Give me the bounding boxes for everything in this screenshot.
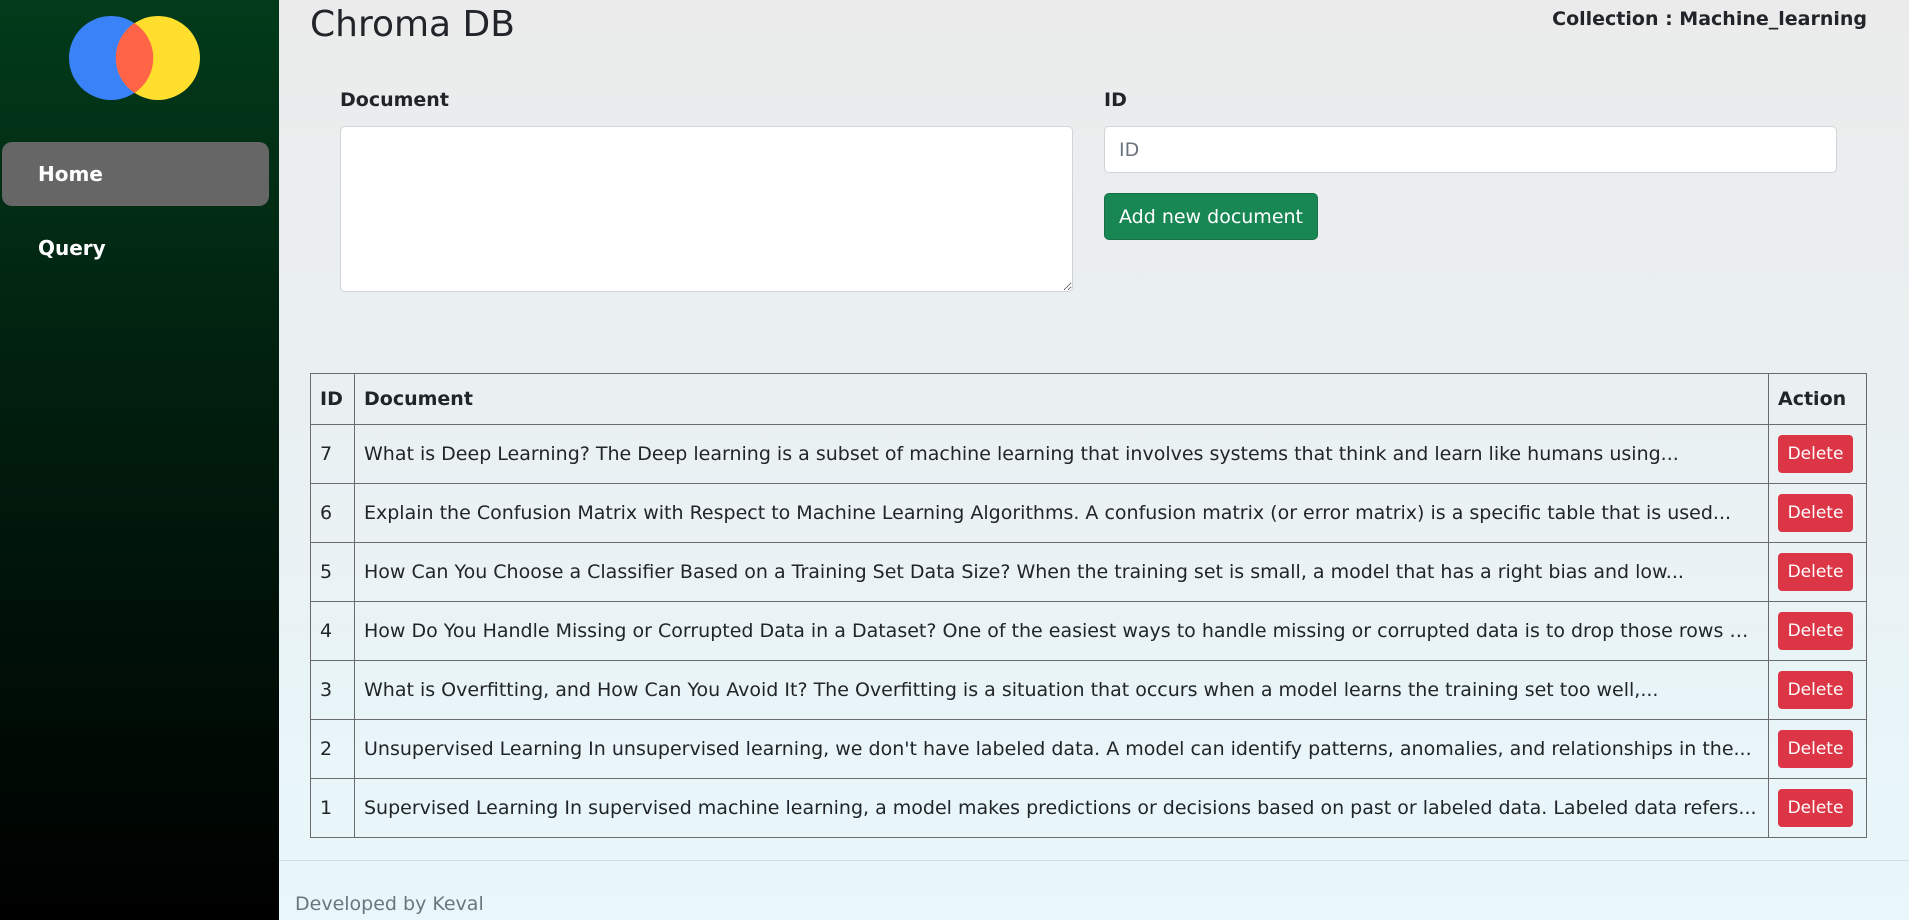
column-header-id: ID bbox=[310, 373, 355, 425]
row-id: 5 bbox=[310, 542, 355, 602]
row-action: Delete bbox=[1768, 778, 1867, 838]
row-action: Delete bbox=[1768, 424, 1867, 484]
delete-button[interactable]: Delete bbox=[1778, 789, 1853, 827]
row-id: 2 bbox=[310, 719, 355, 779]
delete-button[interactable]: Delete bbox=[1778, 671, 1853, 709]
add-new-document-button[interactable]: Add new document bbox=[1104, 193, 1318, 240]
page-title: Chroma DB bbox=[310, 4, 515, 45]
delete-button[interactable]: Delete bbox=[1778, 435, 1853, 473]
row-document: Explain the Confusion Matrix with Respec… bbox=[354, 483, 1769, 543]
table-row: 3 What is Overfitting, and How Can You A… bbox=[310, 660, 1867, 720]
id-input[interactable] bbox=[1104, 126, 1837, 173]
footer-divider bbox=[279, 860, 1909, 861]
column-header-action: Action bbox=[1768, 373, 1867, 425]
documents-table: ID Document Action 7 What is Deep Learni… bbox=[310, 373, 1867, 838]
main-content: Chroma DB Collection : Machine_learning … bbox=[279, 0, 1909, 920]
delete-button[interactable]: Delete bbox=[1778, 494, 1853, 532]
row-action: Delete bbox=[1768, 660, 1867, 720]
delete-button[interactable]: Delete bbox=[1778, 553, 1853, 591]
id-label: ID bbox=[1104, 89, 1127, 111]
footer-credit: Developed by Keval bbox=[295, 893, 484, 915]
sidebar-item-label: Query bbox=[38, 236, 106, 260]
table-header-row: ID Document Action bbox=[310, 373, 1867, 425]
delete-button[interactable]: Delete bbox=[1778, 730, 1853, 768]
row-id: 7 bbox=[310, 424, 355, 484]
delete-button[interactable]: Delete bbox=[1778, 612, 1853, 650]
table-row: 7 What is Deep Learning? The Deep learni… bbox=[310, 424, 1867, 484]
table-row: 6 Explain the Confusion Matrix with Resp… bbox=[310, 483, 1867, 543]
sidebar-item-label: Home bbox=[38, 162, 103, 186]
table-row: 2 Unsupervised Learning In unsupervised … bbox=[310, 719, 1867, 779]
row-document: Supervised Learning In supervised machin… bbox=[354, 778, 1769, 838]
row-document: How Do You Handle Missing or Corrupted D… bbox=[354, 601, 1769, 661]
row-action: Delete bbox=[1768, 542, 1867, 602]
row-document: What is Deep Learning? The Deep learning… bbox=[354, 424, 1769, 484]
document-label: Document bbox=[340, 89, 449, 111]
row-id: 4 bbox=[310, 601, 355, 661]
sidebar: Home Query bbox=[0, 0, 279, 920]
column-header-document: Document bbox=[354, 373, 1769, 425]
table-row: 1 Supervised Learning In supervised mach… bbox=[310, 778, 1867, 838]
chroma-logo bbox=[69, 16, 200, 100]
sidebar-item-query[interactable]: Query bbox=[2, 216, 269, 280]
table-row: 5 How Can You Choose a Classifier Based … bbox=[310, 542, 1867, 602]
row-id: 1 bbox=[310, 778, 355, 838]
row-document: Unsupervised Learning In unsupervised le… bbox=[354, 719, 1769, 779]
sidebar-item-home[interactable]: Home bbox=[2, 142, 269, 206]
row-action: Delete bbox=[1768, 601, 1867, 661]
row-document: How Can You Choose a Classifier Based on… bbox=[354, 542, 1769, 602]
document-textarea[interactable] bbox=[340, 126, 1073, 292]
table-row: 4 How Do You Handle Missing or Corrupted… bbox=[310, 601, 1867, 661]
row-document: What is Overfitting, and How Can You Avo… bbox=[354, 660, 1769, 720]
row-action: Delete bbox=[1768, 719, 1867, 779]
row-id: 6 bbox=[310, 483, 355, 543]
row-id: 3 bbox=[310, 660, 355, 720]
row-action: Delete bbox=[1768, 483, 1867, 543]
collection-name: Collection : Machine_learning bbox=[1552, 8, 1867, 30]
